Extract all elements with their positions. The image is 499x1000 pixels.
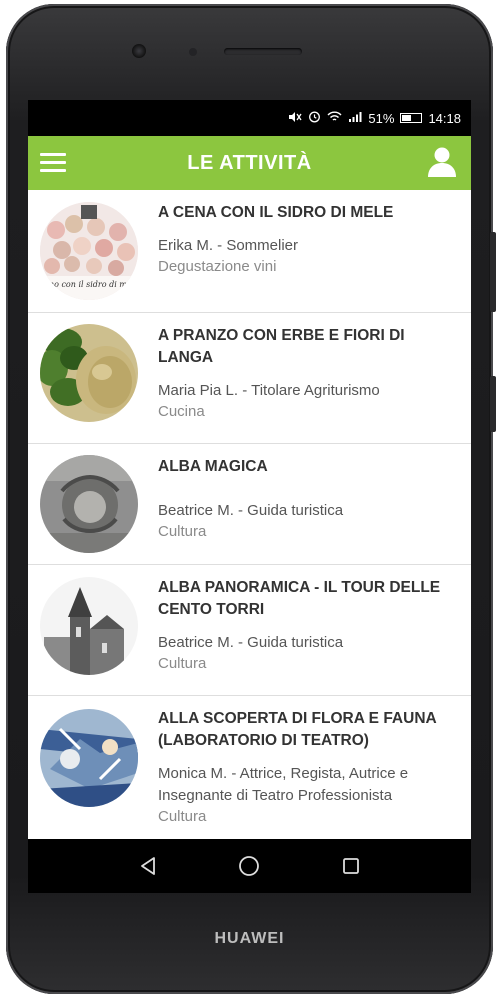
screen: 51% 14:18 LE ATTIVITÀ ino con il sidro d… <box>28 100 471 893</box>
power-button <box>490 376 496 432</box>
volume-button <box>490 232 496 312</box>
wifi-icon <box>327 111 342 126</box>
activity-author: Beatrice M. - Guida turistica <box>158 634 344 651</box>
activity-author: Maria Pia L. - Titolare Agriturismo <box>158 382 380 399</box>
activity-author: Beatrice M. - Guida turistica <box>158 502 344 519</box>
list-item[interactable]: ino con il sidro di me A CENA CON IL SID… <box>28 190 471 313</box>
activity-title: ALBA MAGICA <box>158 458 268 475</box>
mute-icon <box>288 111 302 126</box>
list-item[interactable]: ALBA PANORAMICA - IL TOUR DELLE CENTO TO… <box>28 565 471 696</box>
user-profile-icon[interactable] <box>427 146 457 178</box>
device-brand-logo: HUAWEI <box>214 930 285 947</box>
battery-icon <box>400 113 423 123</box>
front-camera <box>132 44 146 58</box>
activity-list: ino con il sidro di me A CENA CON IL SID… <box>28 190 471 846</box>
activity-title: ALLA SCOPERTA DI FLORA E FAUNA (LABORATO… <box>158 710 437 749</box>
activity-category: Cucina <box>158 403 205 420</box>
activity-thumbnail <box>40 324 138 422</box>
activity-category: Cultura <box>158 655 207 672</box>
activity-category: Cultura <box>158 808 207 825</box>
page-title: LE ATTIVITÀ <box>187 151 312 174</box>
list-item[interactable]: ALLA SCOPERTA DI FLORA E FAUNA (LABORATO… <box>28 696 471 846</box>
back-icon[interactable] <box>139 856 157 876</box>
battery-percent: 51% <box>368 110 395 126</box>
clock: 14:18 <box>428 110 461 126</box>
activity-thumbnail: ino con il sidro di me <box>40 202 138 300</box>
menu-icon[interactable] <box>40 153 66 173</box>
activity-category: Cultura <box>158 523 207 540</box>
alarm-icon <box>308 110 321 126</box>
status-bar: 51% 14:18 <box>28 100 471 136</box>
activity-title: A PRANZO CON ERBE E FIORI DI LANGA <box>158 327 405 366</box>
thumbnail-caption: ino con il sidro di me <box>46 280 132 289</box>
recents-icon[interactable] <box>342 857 360 875</box>
activity-thumbnail <box>40 455 138 553</box>
earpiece-speaker <box>224 48 302 55</box>
signal-icon <box>348 111 362 126</box>
activity-title: ALBA PANORAMICA - IL TOUR DELLE CENTO TO… <box>158 579 441 618</box>
system-nav-bar <box>28 839 471 893</box>
proximity-sensor <box>189 48 197 56</box>
home-icon[interactable] <box>238 855 260 877</box>
activity-thumbnail <box>40 577 138 675</box>
activity-thumbnail <box>40 709 138 807</box>
app-bar: LE ATTIVITÀ <box>28 136 471 190</box>
list-item[interactable]: ALBA MAGICA Beatrice M. - Guida turistic… <box>28 444 471 565</box>
activity-author: Erika M. - Sommelier <box>158 237 299 254</box>
list-item[interactable]: A PRANZO CON ERBE E FIORI DI LANGA Maria… <box>28 313 471 444</box>
activity-category: Degustazione vini <box>158 258 277 275</box>
activity-title: A CENA CON IL SIDRO DI MELE <box>158 204 394 221</box>
activity-author: Monica M. - Attrice, Regista, Autrice e … <box>158 765 409 804</box>
